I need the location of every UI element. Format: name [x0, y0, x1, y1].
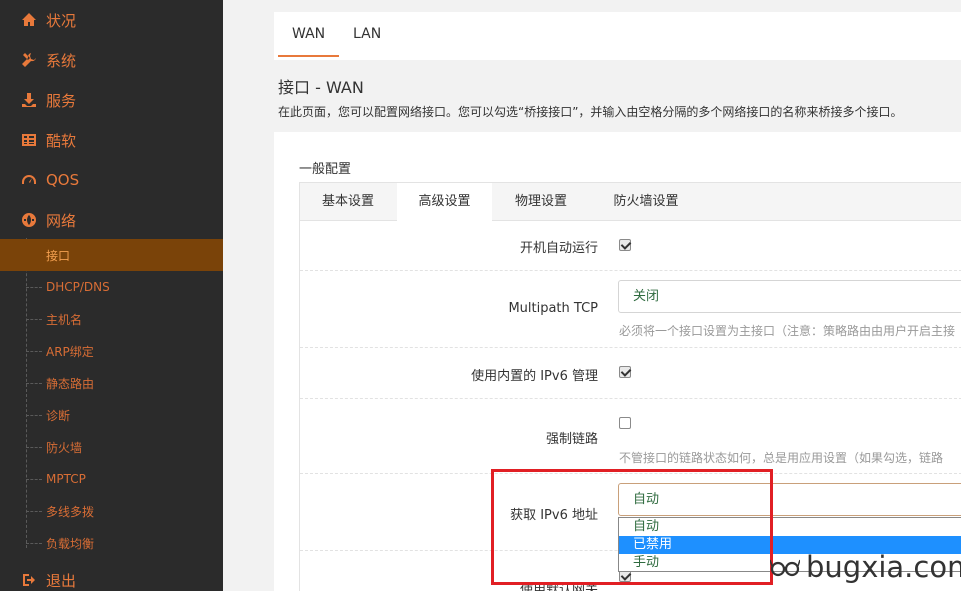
force-link-hint: 不管接口的链路状态如何，总是用应用设置（如果勾选，链路 [619, 451, 944, 465]
sidebar-sub-diagnostics[interactable]: 诊断 [0, 399, 223, 431]
multipath-select[interactable]: 关闭 [618, 280, 961, 313]
watermark-text: bugxia.com [806, 550, 961, 584]
sidebar-item-label: QOS [46, 171, 80, 189]
row-divider [300, 270, 961, 271]
logout-icon [20, 571, 38, 589]
tab-physical-settings[interactable]: 物理设置 [492, 183, 590, 221]
globe-icon [20, 211, 38, 229]
sidebar-item-label: 状况 [46, 11, 77, 30]
settings-tabs: 基本设置 高级设置 物理设置 防火墙设置 [299, 182, 961, 221]
download-icon [20, 91, 38, 109]
sub-item-label: 接口 [46, 248, 71, 263]
sidebar-sub-mptcp[interactable]: MPTCP [0, 463, 223, 495]
sub-item-label: 防火墙 [46, 440, 83, 455]
sub-item-label: 主机名 [46, 312, 83, 327]
sidebar-sub-hostname[interactable]: 主机名 [0, 303, 223, 335]
sub-item-label: 静态路由 [46, 376, 95, 391]
ipv6-builtin-checkbox[interactable] [619, 366, 631, 378]
row-divider [300, 398, 961, 399]
sidebar-item-services[interactable]: 服务 [0, 80, 223, 120]
sidebar-sub-arp[interactable]: ARP绑定 [0, 335, 223, 367]
sidebar-item-label: 退出 [46, 571, 77, 590]
sub-item-label: ARP绑定 [46, 344, 94, 359]
page-title: 接口 - WAN [278, 78, 364, 97]
grid-icon [20, 131, 38, 149]
tab-firewall-settings[interactable]: 防火墙设置 [590, 183, 702, 221]
watermark: bugxia.com [770, 550, 961, 584]
sidebar-item-apps[interactable]: 酷软 [0, 120, 223, 160]
ipv6-builtin-label: 使用内置的 IPv6 管理 [471, 369, 598, 384]
tab-lan[interactable]: LAN [353, 26, 381, 42]
sidebar-sub-static-route[interactable]: 静态路由 [0, 367, 223, 399]
sub-item-label: 诊断 [46, 408, 71, 423]
force-link-label: 强制链路 [545, 432, 598, 447]
tools-icon [20, 51, 38, 69]
row-divider [300, 347, 961, 348]
sidebar-item-status[interactable]: 状况 [0, 0, 223, 40]
tab-wan[interactable]: WAN [277, 26, 340, 57]
sidebar-sub-firewall[interactable]: 防火墙 [0, 431, 223, 463]
force-link-checkbox[interactable] [619, 417, 631, 429]
speed-gauge-icon [20, 171, 38, 189]
sidebar-item-logout[interactable]: 退出 [0, 560, 223, 591]
sidebar: 状况 系统 服务 酷软 QOS 网络 接口 DHCP/DNS 主机名 ARP绑定… [0, 0, 223, 591]
sidebar-item-label: 酷软 [46, 131, 77, 150]
autostart-checkbox[interactable] [619, 239, 631, 251]
tab-basic-settings[interactable]: 基本设置 [300, 183, 396, 221]
sub-item-label: DHCP/DNS [46, 280, 110, 294]
tab-advanced-settings[interactable]: 高级设置 [397, 183, 492, 221]
sidebar-item-label: 系统 [46, 51, 77, 70]
sidebar-item-system[interactable]: 系统 [0, 40, 223, 80]
interface-tabs: WAN LAN [274, 12, 961, 60]
glasses-logo-icon [770, 559, 800, 577]
sidebar-item-network[interactable]: 网络 [0, 200, 223, 240]
sidebar-sub-interface[interactable]: 接口 [0, 239, 223, 271]
page-description: 在此页面，您可以配置网络接口。您可以勾选“桥接接口”，并输入由空格分隔的多个网络… [278, 105, 903, 119]
sidebar-sub-dhcp-dns[interactable]: DHCP/DNS [0, 271, 223, 303]
home-icon [20, 11, 38, 29]
sidebar-item-qos[interactable]: QOS [0, 160, 223, 200]
sidebar-item-label: 网络 [46, 211, 77, 230]
sidebar-sub-load-balance[interactable]: 负载均衡 [0, 527, 223, 559]
sub-item-label: 多线多拨 [46, 504, 95, 519]
sidebar-sub-multiwan[interactable]: 多线多拨 [0, 495, 223, 527]
sidebar-item-label: 服务 [46, 91, 77, 110]
multipath-label: Multipath TCP [508, 301, 598, 316]
sub-item-label: MPTCP [46, 472, 86, 486]
sub-item-label: 负载均衡 [46, 536, 95, 551]
autostart-label: 开机自动运行 [519, 241, 598, 256]
multipath-hint: 必须将一个接口设置为主接口（注意：策略路由由用户开启主接 [619, 324, 956, 338]
section-title: 一般配置 [299, 162, 352, 177]
annotation-highlight-box [491, 469, 773, 585]
